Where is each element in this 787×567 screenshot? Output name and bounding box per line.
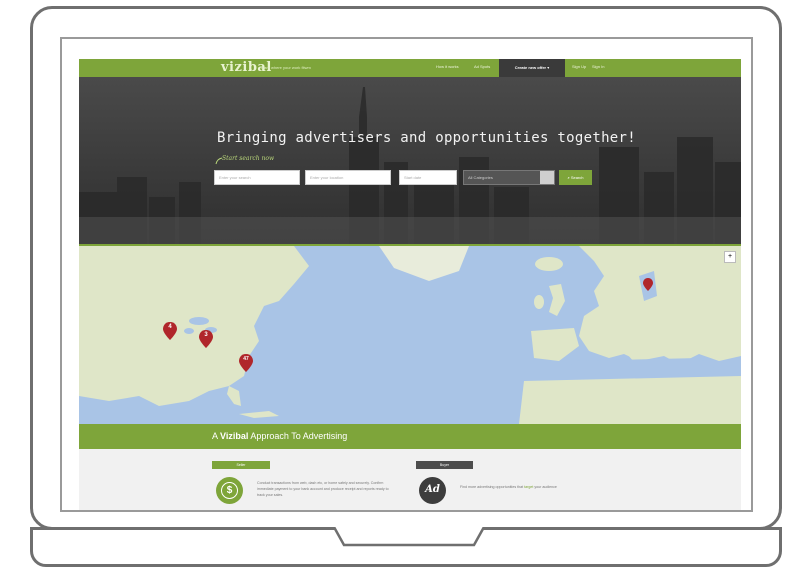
map-pin-icon xyxy=(643,278,653,291)
marker-count: 47 xyxy=(243,356,249,362)
seller-tag: Seller xyxy=(212,461,270,469)
screen: vizibal learn where your work fitwm How … xyxy=(60,37,753,512)
buyer-description-highlight[interactable]: target xyxy=(524,485,533,489)
map-marker[interactable]: 3 xyxy=(199,330,213,348)
site-tagline: learn where your work fitwm xyxy=(261,65,311,70)
map-markers-layer xyxy=(79,246,741,424)
nav-link-sign-in[interactable]: Sign In xyxy=(592,64,604,69)
buyer-tag: Buyer xyxy=(416,461,473,469)
dollar-symbol: $ xyxy=(221,482,238,499)
map-marker[interactable]: 47 xyxy=(239,354,253,372)
create-offer-button[interactable]: Create new offer ▾ xyxy=(499,59,565,77)
ad-symbol: Ad xyxy=(425,484,440,495)
map-marker[interactable] xyxy=(643,278,653,291)
features-section: Seller Buyer $ Conduct transactions from… xyxy=(79,449,741,510)
marker-count: 3 xyxy=(204,332,208,338)
offers-map[interactable]: 4 3 47 + xyxy=(79,246,741,424)
seller-description: Conduct transactions from web, dash etc,… xyxy=(257,481,389,497)
city-skyline-background xyxy=(79,87,741,244)
hero-title: Bringing advertisers and opportunities t… xyxy=(217,130,636,146)
buyer-description: Find more advertising opportunities that… xyxy=(460,484,660,490)
chevron-down-icon xyxy=(540,171,554,184)
website: vizibal learn where your work fitwm How … xyxy=(79,59,741,510)
approach-suffix: Approach To Advertising xyxy=(250,431,348,441)
top-nav: vizibal learn where your work fitwm How … xyxy=(79,59,741,77)
ad-badge-icon: Ad xyxy=(419,477,446,504)
laptop-hinge-notch xyxy=(334,527,484,547)
keyword-search-input[interactable]: Enter your search xyxy=(214,170,300,185)
buyer-description-suffix: your audience xyxy=(533,485,557,489)
nav-link-ad-spots[interactable]: Ad Spots xyxy=(474,64,490,69)
search-button-label: Search xyxy=(570,175,584,180)
buyer-description-prefix: Find more advertising opportunities that xyxy=(460,485,525,489)
approach-brand: Vizibal xyxy=(220,431,249,441)
hero-section: Bringing advertisers and opportunities t… xyxy=(79,77,741,244)
location-input[interactable]: Enter your location xyxy=(305,170,391,185)
category-select-value: All Categories xyxy=(468,175,493,180)
dollar-coin-icon: $ xyxy=(216,477,243,504)
marker-count: 4 xyxy=(168,324,172,330)
approach-heading: A Vizibal Approach To Advertising xyxy=(212,431,347,441)
approach-band: A Vizibal Approach To Advertising xyxy=(79,424,741,449)
map-marker[interactable]: 4 xyxy=(163,322,177,340)
nav-link-sign-up[interactable]: Sign Up xyxy=(572,64,586,69)
approach-prefix: A xyxy=(212,431,218,441)
start-date-input[interactable]: Start date xyxy=(399,170,457,185)
nav-link-how-it-works[interactable]: How it works xyxy=(436,64,459,69)
search-button[interactable]: ⌕ Search xyxy=(559,170,592,185)
category-select[interactable]: All Categories xyxy=(463,170,555,185)
search-hint: Start search now xyxy=(222,155,275,162)
map-zoom-button[interactable]: + xyxy=(724,251,736,263)
